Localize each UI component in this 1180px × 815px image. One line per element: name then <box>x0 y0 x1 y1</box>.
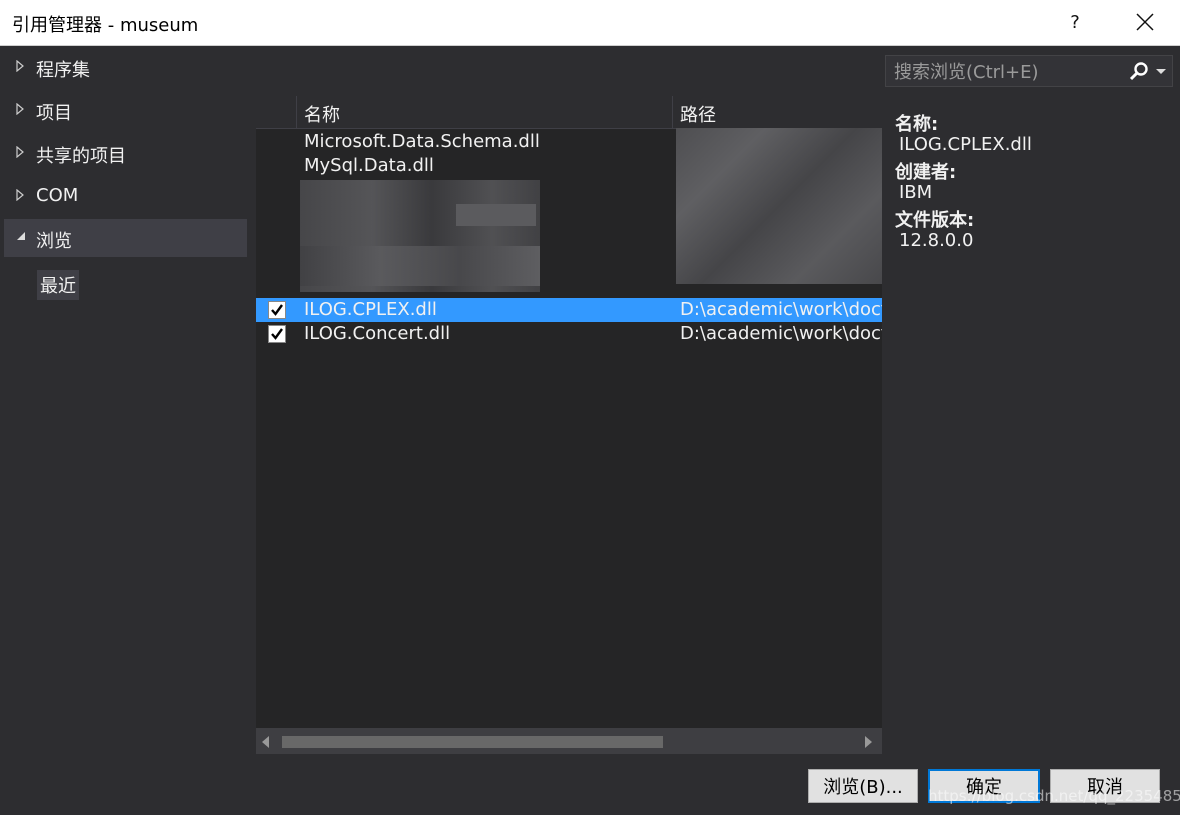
detail-name-label: 名称: <box>895 114 939 135</box>
sidebar-item-label: 浏览 <box>36 231 72 252</box>
detail-creator-value: IBM <box>899 182 933 203</box>
scroll-left-icon[interactable] <box>262 736 269 748</box>
list-header: 名称 路径 <box>256 96 882 129</box>
horizontal-scrollbar[interactable] <box>256 728 882 754</box>
sidebar: 程序集 项目 共享的项目 COM 浏览 最近 <box>0 46 252 760</box>
row-name: Microsoft.Data.Schema.dll <box>304 131 540 152</box>
close-icon <box>1136 13 1154 31</box>
scrollbar-thumb[interactable] <box>282 736 663 748</box>
sidebar-item-label: 项目 <box>36 103 72 124</box>
watermark: https://blog.csdn.net/qq_22354855 <box>928 787 1180 805</box>
sidebar-item-label: 程序集 <box>36 60 90 81</box>
search-box <box>885 55 1173 87</box>
triangle-right-icon <box>16 189 24 201</box>
sidebar-subitem-recent[interactable]: 最近 <box>37 270 79 300</box>
row-name: ILOG.CPLEX.dll <box>304 299 437 320</box>
triangle-right-icon <box>16 103 24 115</box>
title-bar: 引用管理器 - museum ? <box>0 0 1180 46</box>
detail-name-value: ILOG.CPLEX.dll <box>899 134 1032 155</box>
row-path: D:\academic\work\doct <box>680 299 882 320</box>
triangle-right-icon <box>16 146 24 158</box>
checkmark-icon <box>271 328 283 340</box>
sidebar-item-assemblies[interactable]: 程序集 <box>4 48 247 86</box>
redacted-area <box>456 204 536 226</box>
redacted-area <box>300 246 540 286</box>
detail-creator-label: 创建者: <box>895 162 957 183</box>
redacted-area <box>676 128 882 284</box>
scroll-right-icon[interactable] <box>865 736 872 748</box>
checkmark-icon <box>271 304 283 316</box>
details-panel: 名称: ILOG.CPLEX.dll 创建者: IBM 文件版本: 12.8.0… <box>895 110 1032 254</box>
row-path: D:\academic\work\doct <box>680 323 882 344</box>
row-name: MySql.Data.dll <box>304 155 434 176</box>
column-header-check[interactable] <box>256 96 297 128</box>
row-checkbox[interactable] <box>268 301 286 319</box>
sidebar-item-projects[interactable]: 项目 <box>4 91 247 129</box>
row-checkbox[interactable] <box>268 325 286 343</box>
detail-version-value: 12.8.0.0 <box>899 230 974 251</box>
triangle-expanded-icon <box>17 232 25 240</box>
column-header-path[interactable]: 路径 <box>673 96 882 128</box>
row-name: ILOG.Concert.dll <box>304 323 451 344</box>
table-row[interactable]: ILOG.Concert.dll D:\academic\work\doct <box>256 322 882 346</box>
sidebar-item-shared-projects[interactable]: 共享的项目 <box>4 134 247 172</box>
browse-button[interactable]: 浏览(B)... <box>808 769 918 803</box>
search-input[interactable] <box>892 59 1126 85</box>
close-button[interactable] <box>1120 0 1170 44</box>
help-button[interactable]: ? <box>1052 0 1098 44</box>
sidebar-item-com[interactable]: COM <box>4 177 247 215</box>
detail-version-label: 文件版本: <box>895 210 975 231</box>
triangle-right-icon <box>16 60 24 72</box>
chevron-down-icon[interactable] <box>1156 69 1166 74</box>
reference-list[interactable]: 名称 路径 Microsoft.Data.Schema.dll MySql.Da… <box>256 96 882 728</box>
window-title: 引用管理器 - museum <box>12 15 199 36</box>
table-row-selected[interactable]: ILOG.CPLEX.dll D:\academic\work\doct <box>256 298 882 322</box>
column-header-name[interactable]: 名称 <box>297 96 673 128</box>
sidebar-item-browse[interactable]: 浏览 <box>4 219 247 257</box>
search-icon[interactable] <box>1129 61 1149 81</box>
sidebar-item-label: COM <box>36 185 79 206</box>
sidebar-item-label: 共享的项目 <box>36 146 126 167</box>
